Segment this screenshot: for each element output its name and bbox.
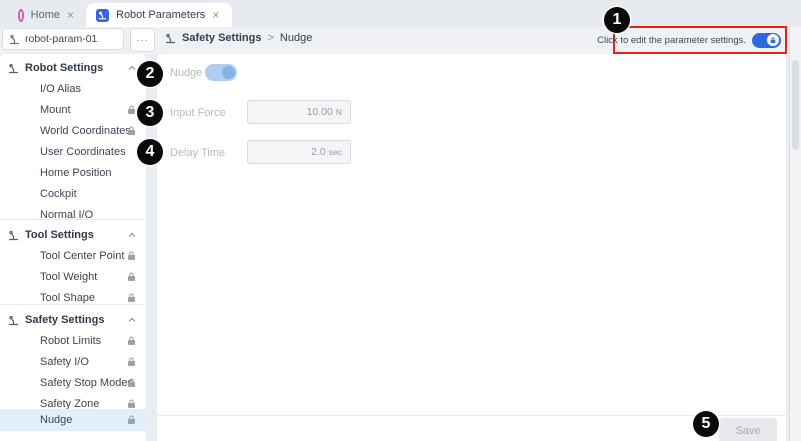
save-button[interactable]: Save — [719, 418, 777, 441]
lock-icon — [127, 272, 136, 282]
section-title: Safety Settings — [25, 314, 104, 326]
lock-icon — [127, 415, 136, 425]
section-divider — [0, 219, 146, 220]
sidebar-section-robot-settings[interactable]: Robot Settings — [0, 58, 146, 78]
input-force-value: 10.00 — [307, 101, 333, 123]
item-label: Cockpit — [40, 188, 77, 200]
input-force-unit: N — [336, 107, 342, 117]
sidebar-item-nudge[interactable]: Nudge — [0, 409, 146, 431]
sidebar-item-normal-io[interactable]: Normal I/O — [0, 205, 146, 225]
edit-mode-toggle-knob — [767, 34, 779, 46]
delay-time-value: 2.0 — [311, 141, 326, 163]
item-label: Tool Shape — [40, 292, 95, 304]
robot-arm-icon — [8, 63, 19, 74]
item-label: Tool Weight — [40, 271, 97, 283]
scrollbar-thumb[interactable] — [792, 60, 799, 150]
tab-robot-parameters-label: Robot Parameters — [116, 9, 205, 21]
annotation-marker-4: 4 — [137, 139, 163, 165]
lock-icon — [127, 378, 136, 388]
lock-icon — [127, 251, 136, 261]
section-title: Tool Settings — [25, 229, 94, 241]
robot-arm-icon — [8, 230, 19, 241]
main-panel: Nudge Input Force 10.00 N Delay Time 2.0… — [157, 54, 786, 441]
breadcrumb-section[interactable]: Safety Settings — [182, 32, 261, 44]
item-label: Robot Limits — [40, 335, 101, 347]
sidebar-section-safety-settings[interactable]: Safety Settings — [0, 310, 146, 330]
nudge-toggle-knob — [222, 66, 235, 79]
sidebar-section-tool-settings[interactable]: Tool Settings — [0, 225, 146, 245]
annotation-marker-5: 5 — [693, 411, 719, 437]
tab-home[interactable]: Home × — [8, 3, 84, 27]
lock-icon — [127, 126, 136, 136]
sidebar-item-tool-shape[interactable]: Tool Shape — [0, 288, 146, 308]
breadcrumb: Safety Settings > Nudge — [165, 32, 312, 44]
item-label: Tool Center Point — [40, 250, 124, 262]
tab-home-label: Home — [31, 9, 60, 21]
item-label: I/O Alias — [40, 83, 81, 95]
edit-mode-toggle[interactable] — [752, 33, 781, 48]
annotation-marker-3: 3 — [137, 100, 163, 126]
scrollbar-track[interactable] — [789, 27, 801, 441]
lock-icon — [770, 37, 776, 44]
nudge-toggle[interactable] — [205, 64, 237, 81]
item-label: Mount — [40, 104, 71, 116]
edit-mode-banner-highlight: Click to edit the parameter settings. — [613, 26, 787, 54]
robot-arm-icon — [9, 34, 20, 45]
tab-home-close-icon[interactable]: × — [67, 9, 74, 21]
lock-icon — [127, 357, 136, 367]
section-divider — [0, 304, 146, 305]
robot-arm-icon — [165, 33, 176, 44]
chevron-up-icon[interactable] — [128, 233, 136, 238]
input-force-field[interactable]: 10.00 N — [247, 100, 351, 124]
app-window: Home × Robot Parameters × robot-param-01… — [0, 0, 801, 441]
robot-app-icon — [96, 9, 109, 22]
param-menu-button[interactable]: ··· — [130, 28, 155, 52]
sidebar-item-cockpit[interactable]: Cockpit — [0, 184, 146, 204]
sidebar-item-robot-limits[interactable]: Robot Limits — [0, 331, 146, 351]
delay-time-label: Delay Time — [170, 147, 225, 159]
param-selector-value: robot-param-01 — [25, 33, 97, 45]
annotation-marker-1: 1 — [604, 7, 630, 33]
sidebar-item-tool-weight[interactable]: Tool Weight — [0, 267, 146, 287]
sidebar-item-world-coordinates[interactable]: World Coordinates — [0, 121, 146, 141]
item-label: Safety Stop Modes — [40, 377, 133, 389]
sidebar-item-user-coordinates[interactable]: User Coordinates — [0, 142, 146, 162]
annotation-marker-2: 2 — [137, 61, 163, 87]
item-label: Home Position — [40, 167, 112, 179]
lock-icon — [127, 105, 136, 115]
sidebar: Robot Settings I/O Alias Mount World Coo… — [0, 54, 146, 441]
nudge-toggle-label: Nudge — [170, 67, 202, 79]
chevron-up-icon[interactable] — [128, 318, 136, 323]
chevron-up-icon[interactable] — [128, 66, 136, 71]
edit-mode-banner-text: Click to edit the parameter settings. — [597, 35, 746, 46]
input-force-label: Input Force — [170, 107, 226, 119]
param-selector[interactable]: robot-param-01 — [2, 28, 124, 50]
tab-robot-parameters[interactable]: Robot Parameters × — [86, 3, 232, 27]
item-label: Nudge — [40, 414, 72, 426]
lock-icon — [127, 293, 136, 303]
robot-arm-icon — [8, 315, 19, 326]
tab-robot-parameters-close-icon[interactable]: × — [212, 9, 219, 21]
breadcrumb-page: Nudge — [280, 32, 312, 44]
sidebar-item-mount[interactable]: Mount — [0, 100, 146, 120]
sidebar-item-safety-io[interactable]: Safety I/O — [0, 352, 146, 372]
item-label: User Coordinates — [40, 146, 126, 158]
sidebar-item-tool-center-point[interactable]: Tool Center Point — [0, 246, 146, 266]
delay-time-field[interactable]: 2.0 sec — [247, 140, 351, 164]
footer-divider — [157, 415, 786, 416]
delay-time-unit: sec — [329, 147, 342, 157]
home-app-icon — [18, 9, 24, 22]
lock-icon — [127, 399, 136, 409]
sidebar-item-safety-stop-modes[interactable]: Safety Stop Modes — [0, 373, 146, 393]
tab-bar: Home × Robot Parameters × — [0, 0, 801, 27]
lock-icon — [127, 336, 136, 346]
breadcrumb-separator: > — [267, 32, 273, 44]
sidebar-item-home-position[interactable]: Home Position — [0, 163, 146, 183]
item-label: World Coordinates — [40, 125, 131, 137]
item-label: Safety I/O — [40, 356, 89, 368]
section-title: Robot Settings — [25, 62, 103, 74]
sidebar-item-io-alias[interactable]: I/O Alias — [0, 79, 146, 99]
